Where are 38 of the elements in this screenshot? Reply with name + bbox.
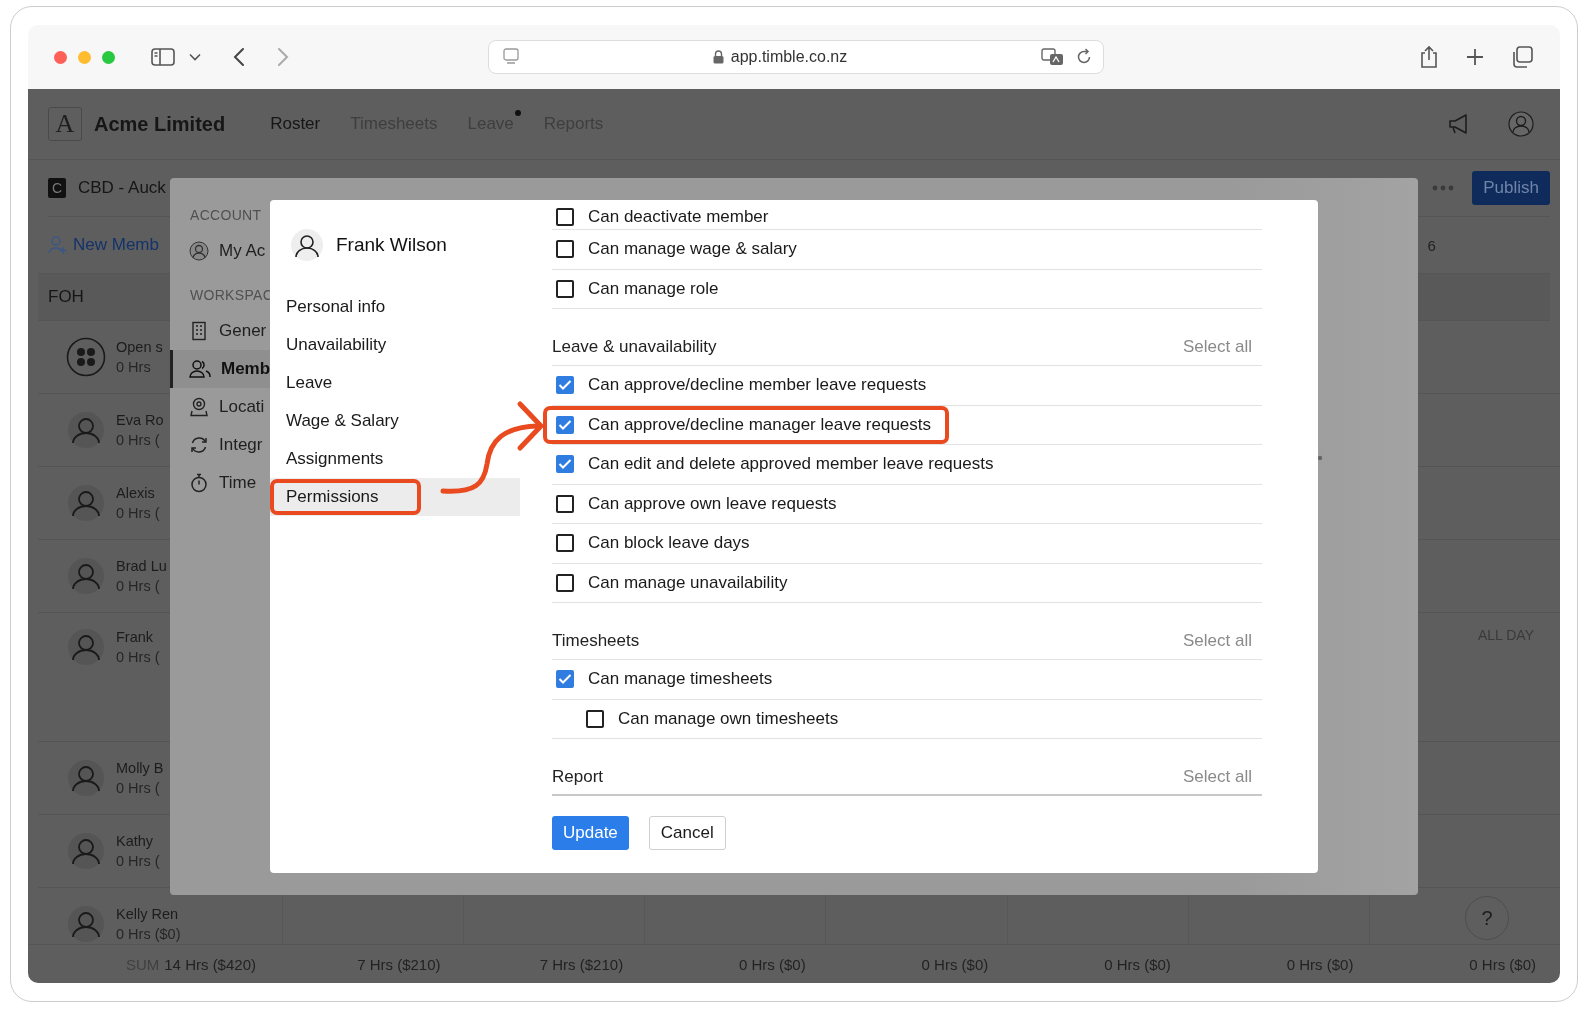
permission-label: Can manage own timesheets [618, 708, 839, 729]
day-total: 0 Hrs ($0) [921, 955, 989, 973]
day-total: 0 Hrs ($0) [1286, 955, 1354, 973]
section-title: Timesheets [552, 631, 640, 651]
permission-label: Can edit and delete approved member leave requests [588, 454, 994, 475]
location-badge: C [48, 178, 66, 198]
member-hours: 0 Hrs ( [116, 779, 161, 798]
day-header: 6 [1427, 236, 1436, 254]
total-hours: 14 Hrs ($420) [164, 955, 256, 973]
permission-label: Can manage unavailability [588, 572, 788, 593]
permission-label: Can manage role [588, 278, 719, 299]
company-logo: A [48, 107, 82, 141]
day-total: 0 Hrs ($0) [1469, 955, 1536, 973]
section-title: Leave & unavailability [552, 337, 717, 357]
permission-label: Can manage timesheets [588, 669, 773, 690]
permission-label: Can approve own leave requests [588, 493, 837, 514]
day-total: 7 Hrs ($210) [539, 955, 624, 973]
permission-label: Can block leave days [588, 533, 750, 554]
url-text: app.timble.co.nz [730, 48, 848, 66]
section-title: ACCOUNT [190, 206, 263, 225]
permission-label: Can deactivate member [588, 206, 769, 227]
member-hours: 0 Hrs [116, 358, 152, 377]
day-total: 0 Hrs ($0) [1104, 955, 1171, 973]
member-hours: 0 Hrs ( [116, 648, 160, 667]
company-name: Acme Limited [94, 112, 226, 136]
permission-label: Can manage wage & salary [588, 239, 797, 260]
section-title: Report [552, 766, 604, 787]
member-hours: 0 Hrs ( [116, 852, 160, 871]
permission-label: Can approve/decline manager leave requests [588, 414, 932, 435]
permission-label: Can approve/decline member leave requests [588, 375, 927, 396]
day-total: 0 Hrs ($0) [739, 955, 806, 973]
member-hours: 0 Hrs ( [116, 577, 161, 596]
day-total: 7 Hrs ($210) [357, 955, 441, 973]
member-hours: 0 Hrs ( [116, 431, 161, 450]
member-name: Frank Wilson [336, 234, 447, 256]
member-hours: 0 Hrs ($0) [116, 925, 181, 944]
group-title: FOH [48, 287, 84, 307]
member-hours: 0 Hrs ( [116, 504, 160, 523]
